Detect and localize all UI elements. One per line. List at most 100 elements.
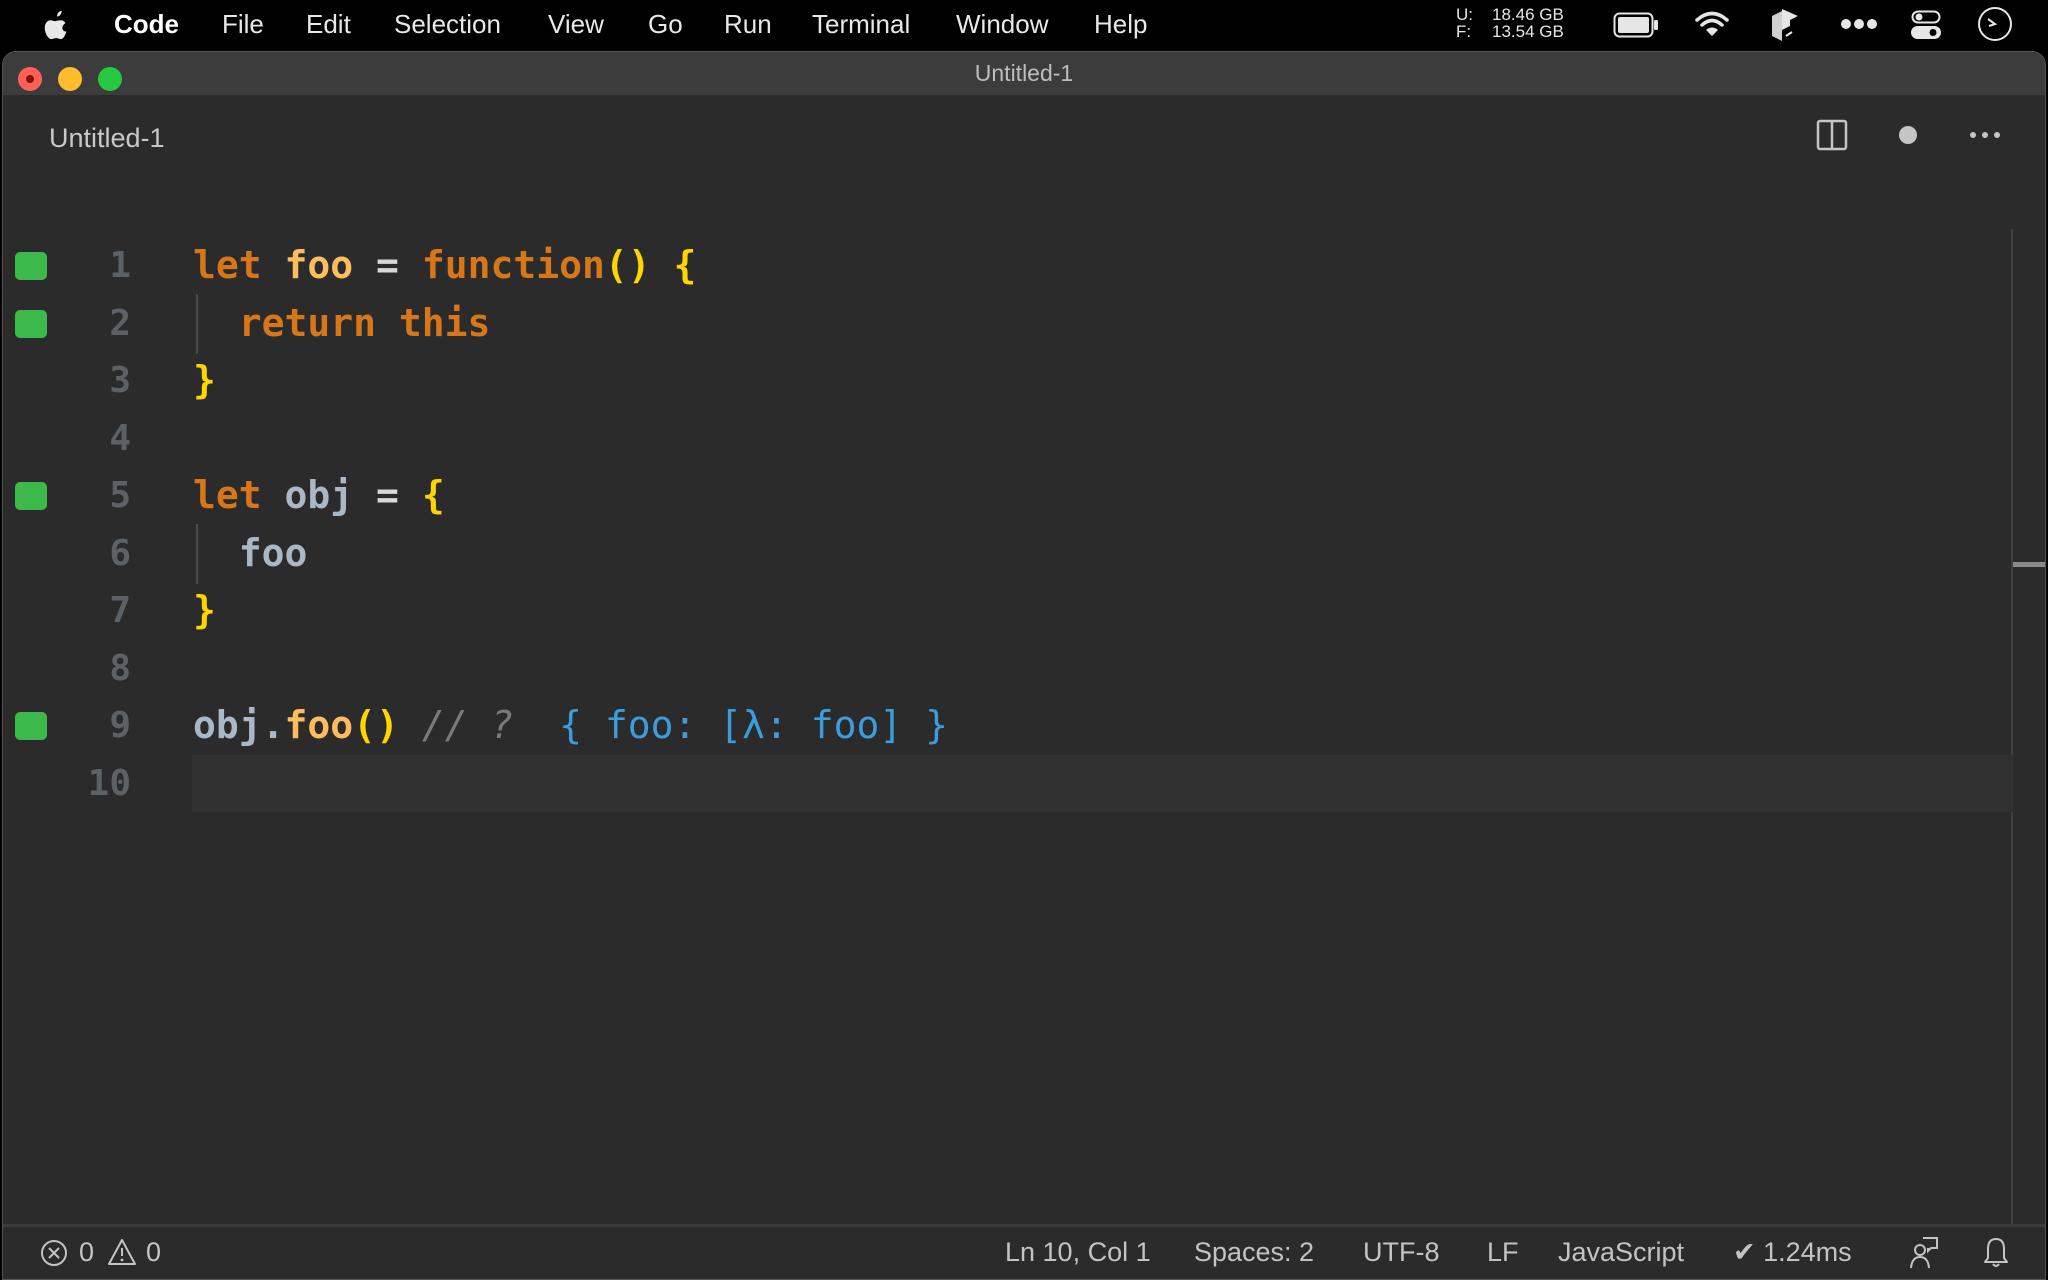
menu-view[interactable]: View (548, 0, 604, 48)
mem-free-value: 13.54 GB (1492, 22, 1564, 41)
code-line[interactable]: 9 obj.foo() // ? { foo: [λ: foo] } (3, 697, 2013, 755)
menu-window[interactable]: Window (956, 0, 1048, 48)
code-line[interactable]: 8 (3, 640, 2013, 698)
line-number[interactable]: 1 (43, 237, 131, 295)
more-actions-icon[interactable] (1969, 131, 2001, 139)
line-number[interactable]: 4 (43, 410, 131, 468)
line-number[interactable]: 5 (43, 467, 131, 525)
code-token: foo (284, 703, 354, 747)
code-token: { (673, 243, 697, 287)
code-token: foo (284, 243, 354, 287)
cursor-position[interactable]: Ln 10, Col 1 (1005, 1227, 1151, 1277)
menu-app-code[interactable]: Code (114, 0, 179, 48)
encoding-setting[interactable]: UTF-8 (1363, 1227, 1440, 1277)
menu-bar: Code File Edit Selection View Go Run Ter… (0, 0, 2048, 50)
split-editor-icon[interactable] (1816, 119, 1848, 151)
wifi-icon[interactable] (1695, 10, 1729, 38)
inline-result: { foo: [λ: foo] } (559, 703, 949, 747)
line-number[interactable]: 2 (43, 295, 131, 353)
code-line[interactable]: 5 let obj = { (3, 467, 2013, 525)
status-bar: 0 0 Ln 10, Col 1 Spaces: 2 UTF-8 LF Java… (3, 1224, 2045, 1279)
warning-icon[interactable] (107, 1238, 137, 1266)
menu-selection[interactable]: Selection (394, 0, 501, 48)
code-text: obj.foo() // ? { foo: [λ: foo] } (193, 697, 948, 755)
tab-bar: Untitled-1 (3, 95, 2045, 185)
current-line-highlight (192, 754, 2013, 812)
mem-used-value: 18.46 GB (1492, 5, 1564, 24)
notifications-bell-icon[interactable] (1983, 1236, 2009, 1270)
code-token: () (604, 243, 651, 287)
warning-count[interactable]: 0 (146, 1227, 161, 1277)
cursor-position-indicator (2013, 562, 2045, 567)
tab-untitled-1[interactable]: Untitled-1 (49, 123, 165, 154)
code-text: return this (193, 295, 491, 353)
menu-edit[interactable]: Edit (306, 0, 351, 48)
menu-terminal[interactable]: Terminal (812, 0, 910, 48)
language-mode[interactable]: JavaScript (1558, 1227, 1684, 1277)
code-token: foo (238, 530, 308, 575)
code-text: foo (193, 525, 308, 583)
code-token: obj (284, 473, 354, 517)
code-line[interactable]: 6 foo (3, 525, 2013, 583)
code-line[interactable]: 3} (3, 352, 2013, 410)
code-editor[interactable]: 1 let foo = function() {2 return this 3} 4 5… (3, 185, 2045, 1277)
line-number[interactable]: 6 (43, 525, 131, 583)
menu-file[interactable]: File (222, 0, 264, 48)
clock-icon[interactable] (1977, 6, 2013, 42)
more-icon[interactable] (1840, 18, 1878, 30)
code-token: () (353, 703, 399, 747)
code-text: let foo = function() { (193, 237, 696, 295)
code-line[interactable]: 2 return this (3, 295, 2013, 353)
window-title: Untitled-1 (974, 60, 1074, 86)
code-token: let (193, 473, 262, 517)
line-number[interactable]: 7 (43, 582, 131, 640)
line-number[interactable]: 8 (43, 640, 131, 698)
battery-icon[interactable] (1613, 12, 1659, 38)
code-line[interactable]: 4 (3, 410, 2013, 468)
apple-logo-icon[interactable] (42, 9, 72, 41)
line-number[interactable]: 9 (43, 697, 131, 755)
code-line[interactable]: 10 (3, 754, 2013, 813)
code-token: { (421, 473, 445, 517)
code-token: = (353, 243, 422, 287)
error-icon[interactable] (40, 1239, 68, 1267)
control-center-icon[interactable] (1911, 10, 1941, 40)
code-token: } (193, 588, 216, 632)
mem-free-label: F: (1456, 22, 1472, 41)
menu-help[interactable]: Help (1094, 0, 1147, 48)
code-line[interactable]: 1 let foo = function() { (3, 237, 2013, 295)
menu-run[interactable]: Run (724, 0, 772, 48)
code-text: } (193, 352, 216, 410)
eol-setting[interactable]: LF (1487, 1227, 1519, 1277)
indentation-setting[interactable]: Spaces: 2 (1194, 1227, 1314, 1277)
menu-go[interactable]: Go (648, 0, 683, 48)
code-text: let obj = { (193, 467, 445, 525)
code-token: } (193, 358, 216, 402)
feedback-icon[interactable] (1909, 1236, 1939, 1270)
unsaved-dot-icon[interactable] (1898, 125, 1918, 145)
code-text: } (193, 582, 216, 640)
code-token: let (193, 243, 262, 287)
code-token: return this (238, 300, 491, 345)
box-icon[interactable] (1770, 8, 1800, 42)
code-token: obj. (193, 703, 285, 747)
memory-stats[interactable]: U: 18.46 GB F: 13.54 GB (1456, 6, 1564, 40)
line-number[interactable]: 10 (43, 755, 131, 813)
mem-used-label: U: (1456, 5, 1473, 24)
code-token: function (421, 243, 605, 287)
error-count[interactable]: 0 (79, 1227, 94, 1277)
title-bar[interactable]: Untitled-1 (3, 52, 2045, 95)
code-line[interactable]: 7} (3, 582, 2013, 640)
overview-ruler[interactable] (2011, 229, 2045, 1275)
quokka-timing[interactable]: ✔ 1.24ms (1733, 1227, 1852, 1277)
code-comment: // ? (421, 703, 514, 747)
code-token: = (353, 473, 422, 517)
line-number[interactable]: 3 (43, 352, 131, 410)
